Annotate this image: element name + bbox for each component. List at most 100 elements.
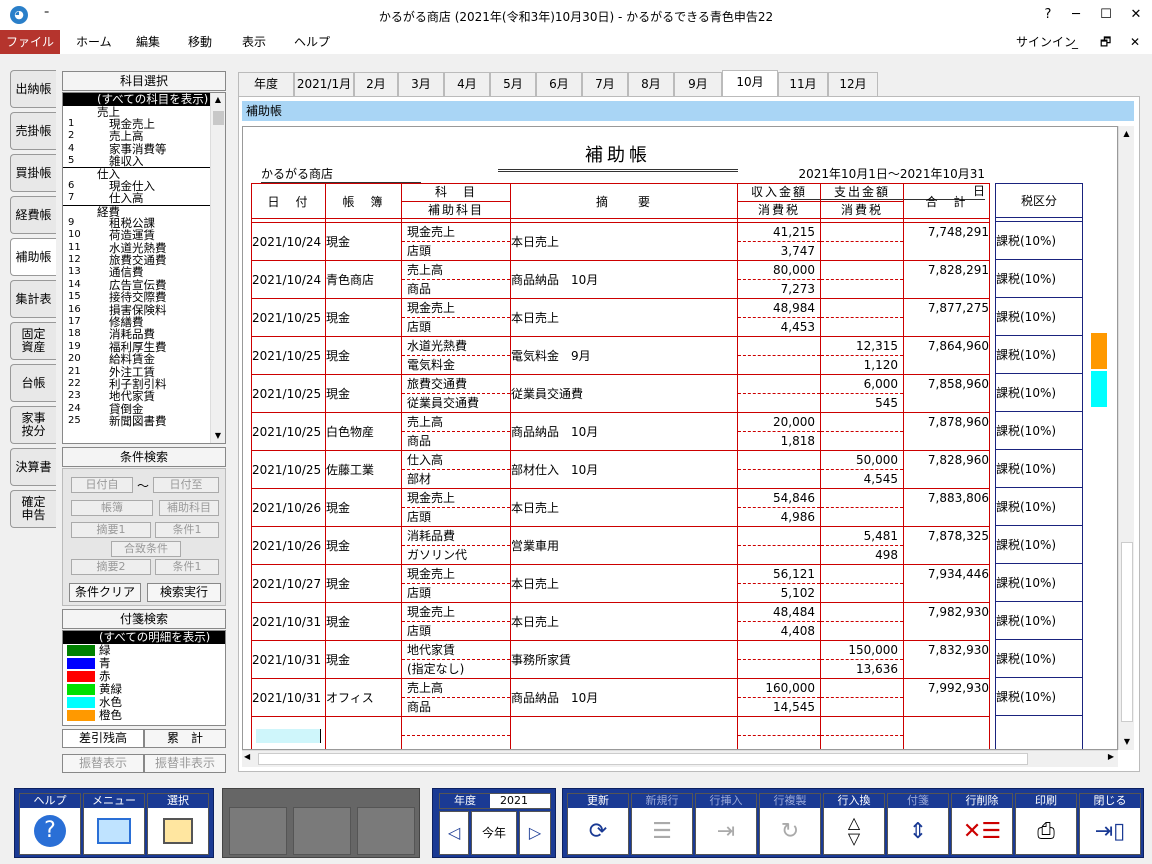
- fusen-button[interactable]: 付箋 ⇕: [887, 793, 949, 855]
- tab-month-9[interactable]: 9月: [674, 72, 722, 96]
- date-cell[interactable]: 2021/10/24: [251, 222, 326, 261]
- total-cell[interactable]: 7,858,960: [903, 374, 990, 413]
- memo-cell[interactable]: 本日売上: [510, 602, 738, 641]
- total-cell[interactable]: 7,982,930: [903, 602, 990, 641]
- kamoku-item[interactable]: 5 雑収入: [63, 155, 225, 168]
- table-row[interactable]: 2021/10/25 現金 旅費交通費 従業員交通費 従業員交通費 6,000 545 7,8…: [251, 374, 990, 413]
- total-cell[interactable]: 7,748,291: [903, 222, 990, 261]
- tax-class-cell[interactable]: 課税(10%): [995, 601, 1083, 640]
- expense-cell[interactable]: [820, 678, 904, 717]
- book-cell[interactable]: 現金: [325, 564, 402, 603]
- tax-row[interactable]: 課税(10%): [995, 639, 1083, 678]
- kamoku-cell[interactable]: 現金売上 店頭: [401, 298, 511, 337]
- menu-move[interactable]: 移動: [188, 30, 212, 54]
- memo1-input[interactable]: 摘要1: [71, 522, 151, 538]
- tax-class-cell[interactable]: 課税(10%): [995, 373, 1083, 412]
- tax-class-cell[interactable]: 課税(10%): [995, 487, 1083, 526]
- memo-cell[interactable]: 電気料金 9月: [510, 336, 738, 375]
- memo-cell[interactable]: 本日売上: [510, 222, 738, 261]
- date-cell[interactable]: 2021/10/25: [251, 412, 326, 451]
- book-cell[interactable]: 現金: [325, 336, 402, 375]
- menu-help[interactable]: ヘルプ: [294, 30, 330, 54]
- expense-cell[interactable]: [820, 564, 904, 603]
- kamoku-item[interactable]: 20 給料賃金: [63, 353, 225, 366]
- kamoku-item[interactable]: 売上: [63, 105, 225, 119]
- total-cell[interactable]: 7,883,806: [903, 488, 990, 527]
- book-cell[interactable]: 現金: [325, 526, 402, 565]
- fusen-marker[interactable]: [1091, 333, 1107, 369]
- table-row[interactable]: 2021/10/24 現金 現金売上 店頭 本日売上 41,215 3,747 7,748,2…: [251, 222, 990, 261]
- tax-row[interactable]: 課税(10%): [995, 449, 1083, 488]
- total-cell[interactable]: 7,934,446: [903, 564, 990, 603]
- book-tab-3[interactable]: 経費帳: [10, 196, 56, 234]
- income-cell[interactable]: [737, 336, 821, 375]
- total-cell[interactable]: 7,877,275: [903, 298, 990, 337]
- tax-class-cell[interactable]: 課税(10%): [995, 677, 1083, 716]
- memo-cell[interactable]: 部材仕入 10月: [510, 450, 738, 489]
- tax-row[interactable]: 課税(10%): [995, 221, 1083, 260]
- table-row[interactable]: 2021/10/31 現金 地代家賃 (指定なし) 事務所家賃 150,000 13,636…: [251, 640, 990, 679]
- date-cell[interactable]: 2021/10/31: [251, 678, 326, 717]
- table-row[interactable]: 2021/10/27 現金 現金売上 店頭 本日売上 56,121 5,102 7,934,4…: [251, 564, 990, 603]
- new-kamoku-cell[interactable]: [401, 716, 511, 749]
- kamoku-list[interactable]: (すべての科目を表示) 売上 1 現金売上 2 売上高 4 家事消費等 5 雑収入 仕入 6 現金仕入 7…: [62, 92, 226, 444]
- book-select[interactable]: 帳簿: [71, 500, 153, 516]
- expense-cell[interactable]: 150,000 13,636: [820, 640, 904, 679]
- book-cell[interactable]: 現金: [325, 374, 402, 413]
- signin-link[interactable]: サインイン: [1016, 30, 1076, 54]
- income-cell[interactable]: 41,215 3,747: [737, 222, 821, 261]
- expense-cell[interactable]: 12,315 1,120: [820, 336, 904, 375]
- swap-row-button[interactable]: 行入換 △ ▽: [823, 793, 885, 855]
- book-tab-6[interactable]: 固定 資産: [10, 322, 56, 360]
- table-row[interactable]: 2021/10/26 現金 消耗品費 ガソリン代 営業車用 5,481 498 7,878,3…: [251, 526, 990, 565]
- tax-class-cell[interactable]: 課税(10%): [995, 297, 1083, 336]
- new-expense-cell[interactable]: [820, 716, 904, 749]
- table-row[interactable]: 2021/10/31 現金 現金売上 店頭 本日売上 48,484 4,408 7,982,9…: [251, 602, 990, 641]
- ledger-vscroll[interactable]: ▲ ▼: [1118, 126, 1134, 750]
- tax-row[interactable]: 課税(10%): [995, 487, 1083, 526]
- doc-minimize-button[interactable]: _: [1072, 30, 1078, 54]
- kamoku-cell[interactable]: 旅費交通費 従業員交通費: [401, 374, 511, 413]
- book-cell[interactable]: 現金: [325, 640, 402, 679]
- tax-class-cell[interactable]: 課税(10%): [995, 563, 1083, 602]
- income-cell[interactable]: [737, 374, 821, 413]
- book-cell[interactable]: 白色物産: [325, 412, 402, 451]
- tax-row[interactable]: 課税(10%): [995, 373, 1083, 412]
- kamoku-cell[interactable]: 水道光熱費 電気料金: [401, 336, 511, 375]
- kamoku-item[interactable]: 仕入: [63, 167, 225, 181]
- kamoku-item[interactable]: 6 現金仕入: [63, 179, 225, 192]
- tax-class-cell[interactable]: 課税(10%): [995, 221, 1083, 260]
- income-cell[interactable]: 56,121 5,102: [737, 564, 821, 603]
- memo-cell[interactable]: 商品納品 10月: [510, 260, 738, 299]
- income-cell[interactable]: [737, 450, 821, 489]
- total-cell[interactable]: 7,878,325: [903, 526, 990, 565]
- maximize-button[interactable]: ☐: [1094, 4, 1118, 26]
- doc-restore-button[interactable]: 🗗: [1100, 30, 1111, 54]
- book-tab-2[interactable]: 買掛帳: [10, 154, 56, 192]
- next-year-icon[interactable]: ▷: [519, 811, 551, 855]
- tab-month-2[interactable]: 2月: [354, 72, 398, 96]
- fusen-item[interactable]: 赤: [63, 670, 225, 683]
- table-row[interactable]: 2021/10/25 現金 現金売上 店頭 本日売上 48,984 4,453 7,877,2…: [251, 298, 990, 337]
- income-cell[interactable]: [737, 526, 821, 565]
- kamoku-item[interactable]: 10 荷造運賃: [63, 229, 225, 242]
- memo-cell[interactable]: 本日売上: [510, 488, 738, 527]
- new-tax-cell[interactable]: [995, 715, 1083, 749]
- search-execute-button[interactable]: 検索実行: [147, 583, 221, 602]
- menu-view[interactable]: 表示: [242, 30, 266, 54]
- menu-edit[interactable]: 編集: [136, 30, 160, 54]
- date-cell[interactable]: 2021/10/25: [251, 336, 326, 375]
- update-button[interactable]: 更新 ⟳: [567, 793, 629, 855]
- tab-month-8[interactable]: 8月: [628, 72, 674, 96]
- menu-file[interactable]: ファイル: [0, 30, 60, 54]
- select-button[interactable]: 選択: [147, 793, 209, 855]
- kamoku-cell[interactable]: 現金売上 店頭: [401, 602, 511, 641]
- book-tab-8[interactable]: 家事 按分: [10, 406, 56, 444]
- tax-class-cell[interactable]: 課税(10%): [995, 335, 1083, 374]
- kamoku-cell[interactable]: 売上高 商品: [401, 260, 511, 299]
- tab-month-3[interactable]: 3月: [398, 72, 444, 96]
- fusen-item[interactable]: 青: [63, 657, 225, 670]
- income-cell[interactable]: 48,484 4,408: [737, 602, 821, 641]
- tax-row[interactable]: 課税(10%): [995, 677, 1083, 716]
- expense-cell[interactable]: [820, 488, 904, 527]
